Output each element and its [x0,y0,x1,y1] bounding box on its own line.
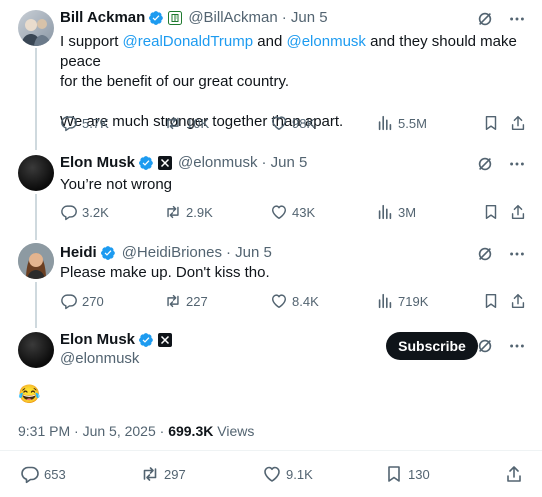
avatar[interactable] [18,243,54,279]
subscribe-button[interactable]: Subscribe [386,332,478,360]
like-button[interactable]: 98K [270,114,315,132]
grok-icon[interactable] [476,337,494,355]
repost-icon [140,464,160,484]
views-icon [376,292,394,310]
reply-button[interactable]: 3.2K [60,203,109,221]
repost-button[interactable]: 2.9K [164,203,213,221]
grok-icon[interactable] [476,245,494,263]
more-icon[interactable] [508,10,526,28]
views-button[interactable]: 5.5M [376,114,427,132]
like-icon [270,292,288,310]
tweet-date[interactable]: · Jun 5 [282,8,328,28]
main-tweet-actions: 653 297 9.1K 130 [20,464,524,486]
mention-link[interactable]: @elonmusk [286,33,365,50]
more-icon[interactable] [508,155,526,173]
repost-button[interactable]: 227 [164,292,208,310]
bookmark-button[interactable] [482,114,500,132]
verified-badge-icon [100,245,116,261]
share-icon [509,203,527,221]
repost-icon [164,114,182,132]
like-icon [262,464,282,484]
author-name[interactable]: Bill Ackman [60,8,145,28]
avatar[interactable] [18,155,54,191]
avatar[interactable] [18,332,54,368]
tweet-timestamp: 9:31 PM · Jun 5, 2025 · 699.3K Views [18,421,254,441]
tweet-actions: 3.2K 2.9K 43K 3M [60,203,530,223]
views-icon [376,203,394,221]
grok-icon[interactable] [476,10,494,28]
share-icon [509,114,527,132]
divider [0,450,542,451]
share-icon [509,292,527,310]
tweet-text: Please make up. Don't kiss tho. [60,264,270,281]
reply-icon [60,114,78,132]
author-name[interactable]: Heidi [60,243,97,263]
author-handle[interactable]: @HeidiBriones [122,243,222,263]
author-name[interactable]: Elon Musk [60,330,135,350]
reply-button[interactable]: 270 [60,292,104,310]
avatar[interactable] [18,10,54,46]
tweet-actions: 5.7K 10K 98K 5.5M [60,114,530,134]
mention-link[interactable]: @realDonaldTrump [123,33,254,50]
bookmark-icon [482,203,500,221]
repost-button[interactable]: 297 [140,464,186,484]
reply-icon [60,292,78,310]
bookmark-button[interactable] [482,203,500,221]
views-icon [376,114,394,132]
like-button[interactable]: 9.1K [262,464,313,484]
repost-icon [164,292,182,310]
grok-icon[interactable] [476,155,494,173]
tweet-text: You’re not wrong [60,176,173,193]
verified-badge-icon [138,155,154,171]
repost-button[interactable]: 10K [164,114,209,132]
affiliation-badge-icon[interactable] [168,11,182,25]
bookmark-button[interactable] [482,292,500,310]
like-icon [270,203,288,221]
bookmark-button[interactable]: 130 [384,464,430,484]
share-button[interactable] [504,464,524,484]
bookmark-icon [482,114,500,132]
thread-connector [35,282,37,328]
tweet-time[interactable]: 9:31 PM · Jun 5, 2025 · [18,423,168,439]
views-count: 699.3K [168,423,214,439]
reply-button[interactable]: 653 [20,464,66,484]
views-button[interactable]: 719K [376,292,428,310]
like-button[interactable]: 8.4K [270,292,319,310]
tweet-actions: 270 227 8.4K 719K [60,292,530,312]
author-handle[interactable]: @elonmusk [178,153,257,173]
more-icon[interactable] [508,337,526,355]
like-button[interactable]: 43K [270,203,315,221]
repost-icon [164,203,182,221]
tweet-text: 😂 [18,384,41,404]
tweet-date[interactable]: · Jun 5 [261,153,307,173]
reply-icon [60,203,78,221]
share-icon [504,464,524,484]
views-button[interactable]: 3M [376,203,416,221]
share-button[interactable] [509,203,527,221]
author-name[interactable]: Elon Musk [60,153,135,173]
share-button[interactable] [509,292,527,310]
bookmark-icon [384,464,404,484]
author-handle[interactable]: @elonmusk [60,349,139,369]
verified-badge-icon [148,10,164,26]
thread-connector [35,194,37,240]
tweet-date[interactable]: · Jun 5 [226,243,272,263]
reply-icon [20,464,40,484]
reply-button[interactable]: 5.7K [60,114,109,132]
bookmark-icon [482,292,500,310]
thread-connector [35,48,37,150]
share-button[interactable] [509,114,527,132]
verified-badge-icon [138,332,154,348]
x-affiliation-icon[interactable] [158,156,172,170]
views-label: Views [213,423,255,439]
more-icon[interactable] [508,245,526,263]
author-handle[interactable]: @BillAckman [188,8,277,28]
like-icon [270,114,288,132]
x-affiliation-icon[interactable] [158,333,172,347]
